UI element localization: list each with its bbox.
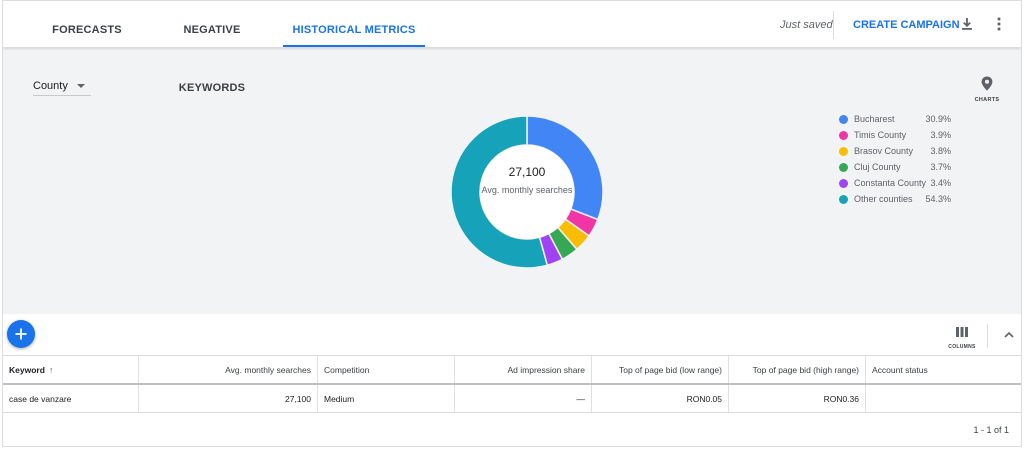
legend-item[interactable]: Brasov County 3.8% bbox=[839, 144, 951, 160]
legend-name: Timis County bbox=[854, 130, 907, 140]
legend-swatch bbox=[839, 131, 848, 140]
legend-item[interactable]: Cluj County 3.7% bbox=[839, 160, 951, 176]
column-header-label: Keyword bbox=[9, 364, 45, 375]
keyword-planner-frame: FORECASTS NEGATIVE KEYWORDS HISTORICAL M… bbox=[2, 0, 1022, 447]
legend-name: Constanta County bbox=[854, 178, 927, 188]
add-icon[interactable] bbox=[7, 320, 35, 348]
cell-competition: Medium bbox=[318, 385, 455, 412]
donut-chart: 27,100 Avg. monthly searches bbox=[447, 112, 607, 277]
dropdown-value: County bbox=[33, 79, 68, 92]
table-header: Keyword ↑ Avg. monthly searches Competit… bbox=[3, 355, 1021, 385]
legend-name: Other counties bbox=[854, 194, 913, 204]
sort-ascending-icon[interactable]: ↑ bbox=[49, 365, 54, 375]
legend-value: 30.9% bbox=[925, 114, 951, 124]
chart-center-label: Avg. monthly searches bbox=[447, 183, 607, 198]
chart-center-value: 27,100 bbox=[508, 165, 546, 179]
create-campaign-button[interactable]: CREATE CAMPAIGN bbox=[853, 1, 960, 49]
legend-value: 3.4% bbox=[930, 178, 951, 188]
column-header-bid-high[interactable]: Top of page bid (high range) bbox=[729, 356, 866, 383]
column-header-account-status[interactable]: Account status bbox=[866, 356, 1021, 383]
legend-name: Bucharest bbox=[854, 114, 895, 124]
tab-historical-metrics[interactable]: HISTORICAL METRICS bbox=[283, 1, 425, 47]
legend-item[interactable]: Timis County 3.9% bbox=[839, 128, 951, 144]
chevron-down-icon bbox=[76, 83, 85, 88]
legend-item[interactable]: Other counties 54.3% bbox=[839, 192, 951, 208]
legend-swatch bbox=[839, 163, 848, 172]
cell-bid-low: RON0.05 bbox=[592, 385, 729, 412]
location-dimension-dropdown[interactable]: County bbox=[33, 76, 91, 96]
columns-icon bbox=[956, 327, 968, 337]
legend-value: 54.3% bbox=[925, 194, 951, 204]
chevron-up-icon[interactable] bbox=[1001, 327, 1017, 343]
charts-label: CHARTS bbox=[974, 97, 1000, 103]
chart-legend: Bucharest 30.9% Timis County 3.9% Brasov… bbox=[839, 112, 951, 208]
legend-swatch bbox=[839, 195, 848, 204]
column-header-keyword[interactable]: Keyword ↑ bbox=[3, 356, 139, 383]
pagination-label: 1 - 1 of 1 bbox=[973, 425, 1009, 435]
legend-swatch bbox=[839, 179, 848, 188]
legend-item[interactable]: Constanta County 3.4% bbox=[839, 176, 951, 192]
top-tab-bar: FORECASTS NEGATIVE KEYWORDS HISTORICAL M… bbox=[3, 1, 1021, 94]
charts-button[interactable]: CHARTS bbox=[973, 76, 1001, 103]
legend-item[interactable]: Bucharest 30.9% bbox=[839, 112, 951, 128]
legend-name: Cluj County bbox=[854, 162, 901, 172]
tab-negative-keywords[interactable]: NEGATIVE KEYWORDS bbox=[153, 1, 271, 94]
cell-impression-share: — bbox=[455, 385, 592, 412]
chart-panel: County CHARTS 27,100 Avg. monthly search… bbox=[3, 48, 1021, 314]
column-header-competition[interactable]: Competition bbox=[318, 356, 455, 383]
column-header-impression-share[interactable]: Ad impression share bbox=[455, 356, 592, 383]
legend-value: 3.7% bbox=[930, 162, 951, 172]
legend-value: 3.8% bbox=[930, 146, 951, 156]
legend-swatch bbox=[839, 115, 848, 124]
toolbar-divider bbox=[987, 324, 988, 348]
columns-button[interactable]: COLUMNS bbox=[947, 324, 977, 350]
cell-avg-searches: 27,100 bbox=[139, 385, 318, 412]
tab-forecasts[interactable]: FORECASTS bbox=[45, 1, 129, 47]
save-status: Just saved bbox=[780, 19, 833, 31]
legend-name: Brasov County bbox=[854, 146, 914, 156]
cell-bid-high: RON0.36 bbox=[729, 385, 866, 412]
column-header-avg-searches[interactable]: Avg. monthly searches bbox=[139, 356, 318, 383]
location-pin-icon bbox=[981, 76, 993, 91]
cell-account-status bbox=[866, 385, 1021, 412]
more-vert-icon[interactable] bbox=[989, 14, 1009, 34]
legend-swatch bbox=[839, 147, 848, 156]
download-icon[interactable] bbox=[957, 14, 977, 34]
header-divider bbox=[833, 11, 834, 39]
cell-keyword[interactable]: case de vanzare bbox=[3, 385, 139, 412]
legend-value: 3.9% bbox=[930, 130, 951, 140]
columns-label: COLUMNS bbox=[948, 344, 976, 350]
column-header-bid-low[interactable]: Top of page bid (low range) bbox=[592, 356, 729, 383]
table-row[interactable]: case de vanzare 27,100 Medium — RON0.05 … bbox=[3, 385, 1021, 413]
chart-center-label-text: Avg. monthly searches bbox=[481, 185, 573, 195]
